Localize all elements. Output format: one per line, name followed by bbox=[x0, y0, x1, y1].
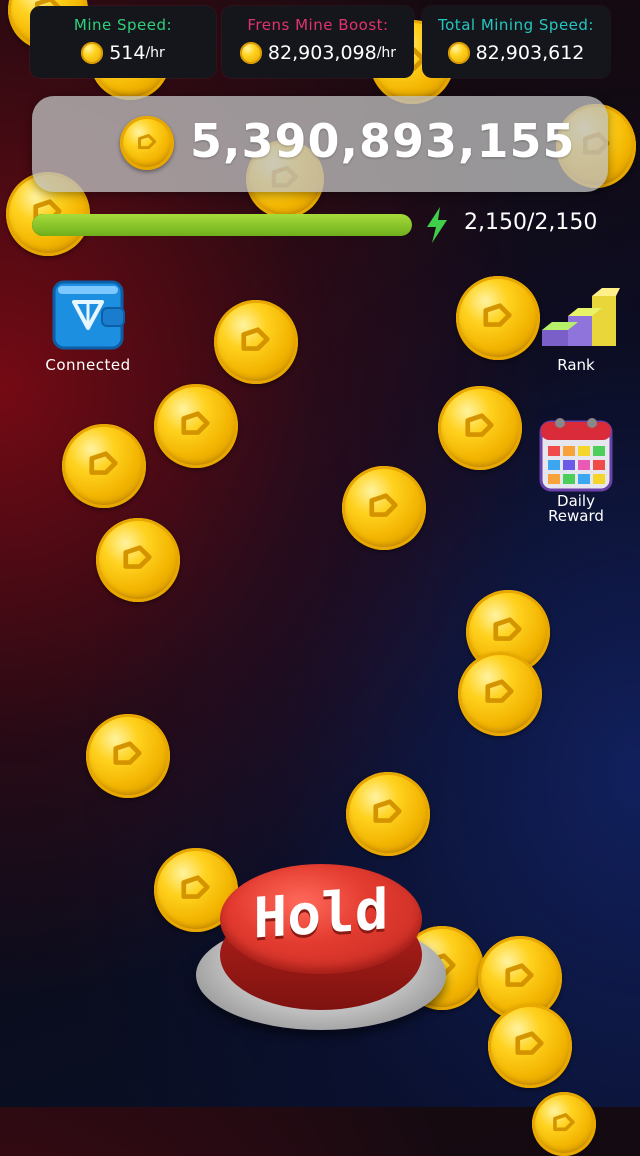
daily-reward-button[interactable]: Daily Reward bbox=[534, 414, 620, 526]
rank-label: Rank bbox=[557, 356, 595, 374]
coin-icon bbox=[488, 1004, 572, 1088]
wallet-label: Connected bbox=[45, 356, 131, 374]
mine-speed-unit: /hr bbox=[145, 45, 165, 61]
frens-boost-label: Frens Mine Boost: bbox=[247, 16, 389, 34]
energy-bar-fill bbox=[32, 214, 412, 236]
mine-speed-value: 514 bbox=[109, 42, 146, 64]
daily-reward-label: Daily Reward bbox=[534, 494, 618, 524]
coin-icon bbox=[447, 42, 470, 64]
coin-icon bbox=[214, 300, 298, 384]
total-speed-label: Total Mining Speed: bbox=[438, 16, 594, 34]
frens-boost-card: Frens Mine Boost: 82,903,098/hr bbox=[222, 6, 414, 78]
energy-text: 2,150/2,150 bbox=[464, 210, 598, 235]
frens-boost-unit: /hr bbox=[376, 45, 397, 61]
frens-boost-value: 82,903,098 bbox=[267, 42, 377, 64]
daily-reward-label-line2: Reward bbox=[548, 507, 604, 525]
coin-icon bbox=[458, 652, 542, 736]
coin-icon bbox=[154, 384, 238, 468]
coin-icon bbox=[239, 42, 262, 64]
coin-icon bbox=[81, 42, 104, 64]
coin-icon bbox=[346, 772, 430, 856]
coin-icon bbox=[62, 424, 146, 508]
coin-icon bbox=[438, 386, 522, 470]
mine-speed-card: Mine Speed: 514/hr bbox=[30, 6, 216, 78]
coin-icon bbox=[96, 518, 180, 602]
total-speed-card: Total Mining Speed: 82,903,612 bbox=[422, 6, 610, 78]
wallet-button[interactable]: Connected bbox=[40, 278, 140, 378]
coin-icon bbox=[342, 466, 426, 550]
wallet-icon bbox=[52, 280, 125, 350]
mine-speed-label: Mine Speed: bbox=[73, 16, 173, 34]
coin-icon bbox=[86, 714, 170, 798]
energy-bar bbox=[32, 214, 412, 236]
coin-icon bbox=[532, 1092, 596, 1156]
balance-panel: 5,390,893,155 bbox=[32, 96, 608, 192]
rank-button[interactable]: Rank bbox=[534, 282, 624, 378]
total-speed-value: 82,903,612 bbox=[475, 42, 585, 64]
balance-value: 5,390,893,155 bbox=[190, 114, 576, 168]
calendar-icon bbox=[539, 418, 613, 492]
hold-button[interactable]: Hold bbox=[196, 860, 446, 1040]
rank-stairs-icon bbox=[542, 288, 620, 346]
coin-icon bbox=[456, 276, 540, 360]
lightning-icon bbox=[427, 207, 447, 243]
coin-icon bbox=[120, 116, 174, 170]
